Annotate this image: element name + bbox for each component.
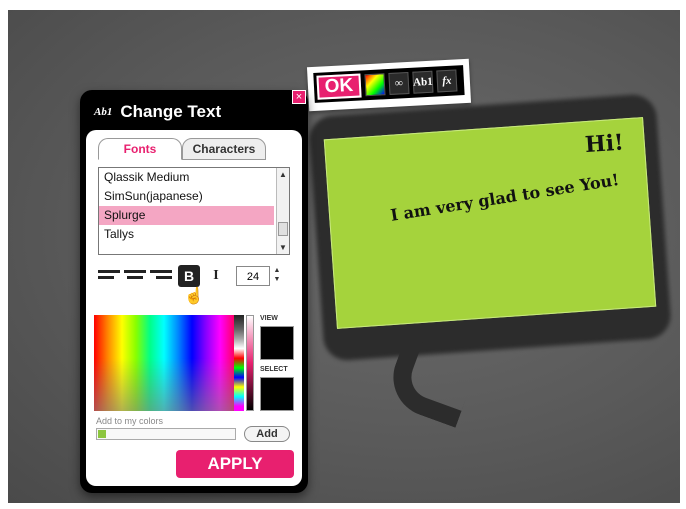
text-icon[interactable]: Ab1 (412, 70, 434, 94)
scroll-thumb[interactable] (278, 222, 288, 236)
tab-bar: Fonts Characters (98, 138, 266, 160)
text-toolbar: OK ∞ Ab1 fx (306, 58, 472, 112)
color-palette[interactable] (94, 315, 234, 411)
close-button[interactable]: × (292, 90, 306, 104)
align-center-icon[interactable] (124, 267, 146, 287)
link-icon[interactable]: ∞ (388, 71, 410, 95)
hand-cursor-icon: ☝ (184, 288, 204, 305)
font-list-item-selected[interactable]: Splurge (99, 206, 274, 225)
align-right-icon[interactable] (150, 267, 172, 287)
my-colors-label: Add to my colors (96, 416, 164, 426)
select-label: SELECT (260, 366, 288, 373)
font-size-input[interactable]: 24 (236, 266, 270, 286)
font-list-item[interactable]: Tallys (99, 225, 274, 244)
panel-title: Ab1 Change Text (94, 102, 221, 122)
panel-title-text: Change Text (120, 102, 222, 121)
fx-icon[interactable]: fx (436, 69, 458, 93)
speech-bubble[interactable]: Hi! I am very glad to see You! (323, 117, 657, 329)
apply-button[interactable]: APPLY (176, 450, 294, 478)
panel-body: Fonts Characters Qlassik Medium SimSun(j… (86, 130, 302, 486)
view-swatch (260, 326, 294, 360)
bold-button[interactable]: B (178, 265, 200, 287)
text-icon: Ab1 (94, 106, 113, 118)
preset-color-strip[interactable] (234, 315, 244, 411)
brightness-slider[interactable] (246, 315, 254, 411)
font-size-stepper[interactable]: ▲ ▼ (272, 266, 282, 286)
font-list-item[interactable]: SimSun(japanese) (99, 187, 274, 206)
font-list-item[interactable]: Qlassik Medium (99, 168, 274, 187)
saved-color-chip[interactable] (98, 430, 106, 438)
scroll-down-icon[interactable]: ▼ (277, 241, 289, 254)
canvas-stage: Hi! I am very glad to see You! OK ∞ Ab1 … (8, 10, 680, 503)
tab-characters[interactable]: Characters (182, 138, 266, 160)
bubble-greeting-text[interactable]: Hi! (584, 130, 625, 159)
italic-button[interactable]: I (206, 265, 226, 287)
scroll-up-icon[interactable]: ▲ (277, 168, 289, 181)
font-list[interactable]: Qlassik Medium SimSun(japanese) Splurge … (98, 167, 290, 255)
view-label: VIEW (260, 315, 278, 322)
tab-fonts[interactable]: Fonts (98, 138, 182, 160)
select-swatch[interactable] (260, 377, 294, 411)
font-list-scrollbar[interactable]: ▲ ▼ (276, 168, 289, 254)
palette-icon[interactable] (364, 73, 386, 97)
bubble-message-text[interactable]: I am very glad to see You! (389, 170, 620, 225)
align-left-icon[interactable] (98, 267, 120, 287)
my-colors-bar[interactable] (96, 428, 236, 440)
ok-button[interactable]: OK (316, 73, 362, 100)
add-color-button[interactable]: Add (244, 426, 290, 442)
